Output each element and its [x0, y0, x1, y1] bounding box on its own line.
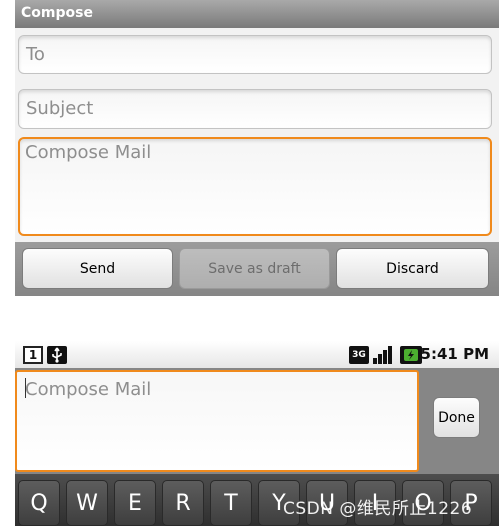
usb-icon: [47, 346, 67, 364]
status-time: 5:41 PM: [420, 345, 489, 363]
ime-compose-mail-field[interactable]: Compose Mail: [15, 370, 419, 472]
key-t[interactable]: T: [210, 480, 252, 526]
send-button[interactable]: Send: [22, 248, 173, 289]
ime-compose-placeholder: Compose Mail: [25, 379, 152, 400]
compose-mail-field[interactable]: Compose Mail: [18, 137, 492, 236]
title-bar: Compose: [15, 0, 499, 28]
save-as-draft-button[interactable]: Save as draft: [179, 248, 330, 289]
key-r[interactable]: R: [162, 480, 204, 526]
compose-form: To Subject Compose Mail: [15, 28, 499, 242]
network-type-icon: 3G: [349, 346, 369, 364]
key-e[interactable]: E: [114, 480, 156, 526]
window-title: Compose: [21, 5, 93, 21]
done-button[interactable]: Done: [433, 397, 480, 438]
action-button-bar: Send Save as draft Discard: [15, 242, 499, 296]
battery-charging-icon: [400, 346, 422, 364]
signal-strength-icon: [372, 346, 394, 364]
subject-field[interactable]: Subject: [18, 89, 492, 129]
status-bar: 1 3G 5:41 PM: [15, 341, 499, 368]
key-w[interactable]: W: [66, 480, 108, 526]
to-field[interactable]: To: [18, 35, 492, 74]
watermark: CSDN @维民所止1226: [283, 499, 473, 519]
notification-count-icon: 1: [23, 346, 43, 364]
ime-extract-area: Compose Mail Done: [15, 368, 499, 474]
discard-button[interactable]: Discard: [336, 248, 489, 289]
key-q[interactable]: Q: [18, 480, 60, 526]
